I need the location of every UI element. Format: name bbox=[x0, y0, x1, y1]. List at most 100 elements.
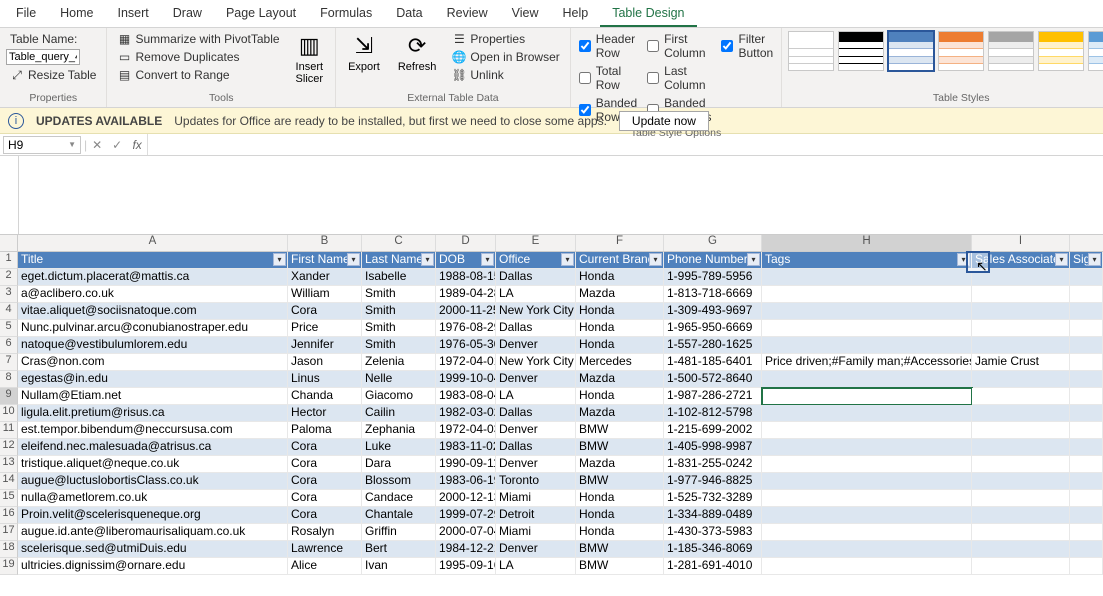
table-name-input[interactable] bbox=[6, 49, 80, 65]
header-current-brand[interactable]: Current Brand▾ bbox=[576, 252, 664, 269]
col-F[interactable]: F bbox=[576, 235, 664, 251]
tab-draw[interactable]: Draw bbox=[161, 0, 214, 27]
cell[interactable]: Jamie Crust bbox=[972, 354, 1070, 371]
cell[interactable] bbox=[762, 473, 972, 490]
cell[interactable]: Cora bbox=[288, 439, 362, 456]
cell[interactable]: Detroit bbox=[496, 507, 576, 524]
cell[interactable] bbox=[762, 490, 972, 507]
cell[interactable]: Ivan bbox=[362, 558, 436, 575]
cell[interactable]: Paloma bbox=[288, 422, 362, 439]
row-head-9[interactable]: 9 bbox=[0, 388, 18, 405]
cell[interactable]: Nelle bbox=[362, 371, 436, 388]
cell[interactable]: 1976-05-30 bbox=[436, 337, 496, 354]
cell[interactable]: Toronto bbox=[496, 473, 576, 490]
cell[interactable] bbox=[972, 490, 1070, 507]
cell[interactable] bbox=[972, 456, 1070, 473]
row-head-6[interactable]: 6 bbox=[0, 337, 18, 354]
cell[interactable]: 2000-12-13 bbox=[436, 490, 496, 507]
cell[interactable] bbox=[762, 524, 972, 541]
cell[interactable]: Honda bbox=[576, 269, 664, 286]
cell[interactable]: 1-500-572-8640 bbox=[664, 371, 762, 388]
cell[interactable]: New York City bbox=[496, 303, 576, 320]
cell[interactable]: Dallas bbox=[496, 269, 576, 286]
cell[interactable] bbox=[972, 303, 1070, 320]
filter-dropdown-icon[interactable]: ▾ bbox=[747, 253, 760, 266]
cell[interactable]: Dallas bbox=[496, 405, 576, 422]
cell[interactable]: eget.dictum.placerat@mattis.ca bbox=[18, 269, 288, 286]
cell[interactable]: Zephania bbox=[362, 422, 436, 439]
cell[interactable] bbox=[1070, 524, 1103, 541]
cell[interactable] bbox=[972, 541, 1070, 558]
header-sales-associate[interactable]: Sales Associate▾ bbox=[972, 252, 1070, 269]
cell[interactable]: Price bbox=[288, 320, 362, 337]
cell[interactable]: 1-831-255-0242 bbox=[664, 456, 762, 473]
cell[interactable]: Cora bbox=[288, 473, 362, 490]
cell[interactable]: Denver bbox=[496, 541, 576, 558]
cell[interactable] bbox=[972, 473, 1070, 490]
filter-dropdown-icon[interactable]: ▾ bbox=[561, 253, 574, 266]
cell[interactable]: Cora bbox=[288, 303, 362, 320]
cell[interactable]: Honda bbox=[576, 337, 664, 354]
table-style-5[interactable] bbox=[1038, 31, 1084, 71]
header-tags[interactable]: Tags▾ bbox=[762, 252, 972, 269]
cell[interactable]: 1-309-493-9697 bbox=[664, 303, 762, 320]
cell[interactable]: 1989-04-28 bbox=[436, 286, 496, 303]
cancel-icon[interactable]: ✕ bbox=[87, 138, 107, 152]
cell[interactable]: Smith bbox=[362, 303, 436, 320]
cell[interactable]: est.tempor.bibendum@neccursusa.com bbox=[18, 422, 288, 439]
cell[interactable]: BMW bbox=[576, 422, 664, 439]
cell[interactable]: egestas@in.edu bbox=[18, 371, 288, 388]
cell[interactable]: 1999-10-04 bbox=[436, 371, 496, 388]
filter-dropdown-icon[interactable]: ▾ bbox=[1055, 253, 1068, 266]
cell[interactable] bbox=[972, 388, 1070, 405]
cell[interactable]: Rosalyn bbox=[288, 524, 362, 541]
cell[interactable] bbox=[1070, 507, 1103, 524]
chk-last-col[interactable]: Last Column bbox=[645, 63, 713, 93]
cell[interactable] bbox=[1070, 541, 1103, 558]
cell[interactable]: 1983-11-02 bbox=[436, 439, 496, 456]
cell[interactable]: Mercedes bbox=[576, 354, 664, 371]
filter-dropdown-icon[interactable]: ▾ bbox=[421, 253, 434, 266]
row-head-18[interactable]: 18 bbox=[0, 541, 18, 558]
tab-home[interactable]: Home bbox=[48, 0, 105, 27]
cell[interactable]: Denver bbox=[496, 456, 576, 473]
fx-icon[interactable]: fx bbox=[127, 138, 147, 152]
cell[interactable]: Nullam@Etiam.net bbox=[18, 388, 288, 405]
cell[interactable]: LA bbox=[496, 558, 576, 575]
row-head-11[interactable]: 11 bbox=[0, 422, 18, 439]
cell[interactable] bbox=[762, 286, 972, 303]
cell[interactable]: Isabelle bbox=[362, 269, 436, 286]
chk-header-row[interactable]: Header Row bbox=[577, 31, 639, 61]
cell[interactable]: 2000-07-04 bbox=[436, 524, 496, 541]
cell[interactable] bbox=[762, 422, 972, 439]
row-head-12[interactable]: 12 bbox=[0, 439, 18, 456]
cell[interactable]: ligula.elit.pretium@risus.ca bbox=[18, 405, 288, 422]
cell[interactable] bbox=[1070, 439, 1103, 456]
cell[interactable]: LA bbox=[496, 388, 576, 405]
filter-dropdown-icon[interactable]: ▾ bbox=[481, 253, 494, 266]
cell[interactable]: Smith bbox=[362, 286, 436, 303]
row-head-14[interactable]: 14 bbox=[0, 473, 18, 490]
cell[interactable]: Honda bbox=[576, 524, 664, 541]
cell[interactable]: 1988-08-15 bbox=[436, 269, 496, 286]
cell[interactable]: 1984-12-21 bbox=[436, 541, 496, 558]
row-head-15[interactable]: 15 bbox=[0, 490, 18, 507]
cell[interactable] bbox=[1070, 490, 1103, 507]
cell[interactable]: eleifend.nec.malesuada@atrisus.ca bbox=[18, 439, 288, 456]
cell[interactable]: 1972-04-01 bbox=[436, 354, 496, 371]
chk-filter[interactable]: Filter Button bbox=[719, 31, 775, 61]
cell[interactable] bbox=[762, 388, 972, 405]
name-box[interactable]: H9▼ bbox=[3, 136, 81, 154]
cell[interactable] bbox=[972, 337, 1070, 354]
cell[interactable] bbox=[1070, 456, 1103, 473]
col-D[interactable]: D bbox=[436, 235, 496, 251]
row-head-5[interactable]: 5 bbox=[0, 320, 18, 337]
cell[interactable]: Miami bbox=[496, 490, 576, 507]
cell[interactable]: scelerisque.sed@utmiDuis.edu bbox=[18, 541, 288, 558]
row-head-7[interactable]: 7 bbox=[0, 354, 18, 371]
row-head-17[interactable]: 17 bbox=[0, 524, 18, 541]
update-now-button[interactable]: Update now bbox=[619, 111, 709, 131]
ext-properties[interactable]: ☰Properties bbox=[448, 31, 563, 47]
row-head-8[interactable]: 8 bbox=[0, 371, 18, 388]
row-head-13[interactable]: 13 bbox=[0, 456, 18, 473]
